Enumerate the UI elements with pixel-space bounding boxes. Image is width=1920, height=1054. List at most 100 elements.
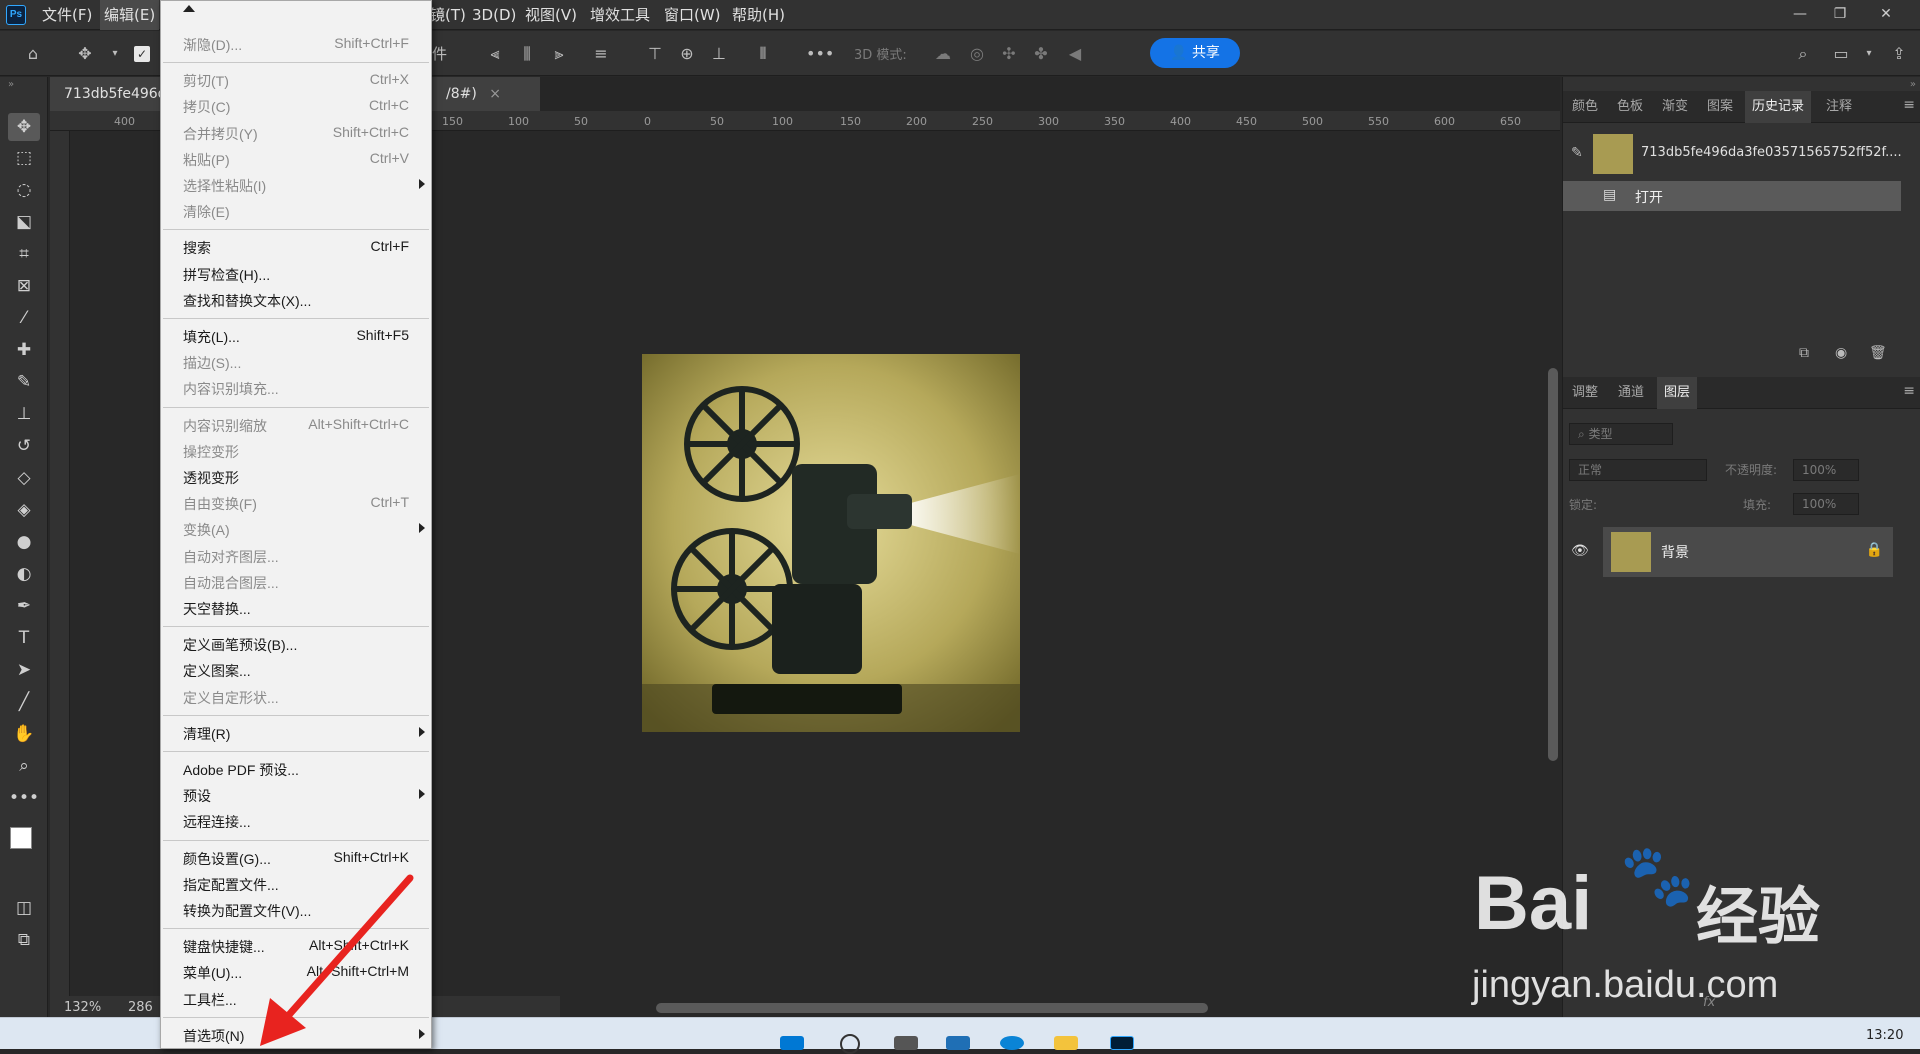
collapse-icon[interactable]: » (1910, 79, 1916, 90)
history-brush-icon[interactable]: ↺ (8, 432, 40, 460)
document-image[interactable] (642, 354, 1020, 732)
align-center-icon[interactable]: ⫼ (516, 43, 538, 65)
tab-layers[interactable]: 图层 (1657, 377, 1698, 409)
menu-item[interactable]: 变换(A) (183, 516, 425, 542)
menu-item[interactable]: 操控变形 (183, 438, 423, 464)
menu-item[interactable]: 透视变形 (183, 464, 423, 490)
brush-tool-icon[interactable]: ✎ (8, 368, 40, 396)
menu-help[interactable]: 帮助(H) (728, 0, 789, 30)
menu-item[interactable]: 搜索 Ctrl+F (183, 234, 423, 260)
menu-item[interactable]: 查找和替换文本(X)... (183, 287, 423, 313)
move-tool-icon[interactable]: ✥ (8, 113, 40, 141)
panel-menu-icon[interactable]: ≡ (1903, 383, 1915, 399)
hand-tool-icon[interactable]: ✋ (8, 720, 40, 748)
dodge-tool-icon[interactable]: ◐ (8, 560, 40, 588)
share-button[interactable]: 👤 共享 (1150, 38, 1240, 68)
more-options-icon[interactable]: ••• (806, 43, 834, 65)
layer-background[interactable]: 背景 🔒 (1603, 527, 1893, 577)
menu-edit[interactable]: 编辑(E) (100, 0, 160, 30)
menu-item[interactable]: 天空替换... (183, 595, 423, 621)
opacity-field[interactable]: 100% (1793, 459, 1859, 481)
crop-tool-icon[interactable]: ⌗ (8, 240, 40, 268)
type-tool-icon[interactable]: T (8, 624, 40, 652)
distribute-vertical-icon[interactable]: ⫴ (752, 43, 774, 65)
3d-roll-icon[interactable]: ◎ (966, 43, 988, 65)
menu-item[interactable]: 填充(L)... Shift+F5 (183, 323, 423, 349)
chevron-down-icon[interactable]: ▾ (104, 43, 126, 65)
auto-select-checkbox[interactable]: ✓ (134, 46, 150, 62)
scroll-up-icon[interactable] (183, 5, 195, 12)
3d-camera-icon[interactable]: ◀ (1064, 43, 1086, 65)
3d-orbit-icon[interactable]: ☁ (932, 43, 954, 65)
vertical-scrollbar[interactable] (1548, 368, 1558, 761)
document-tab-end[interactable]: /8#) × (432, 77, 540, 111)
menu-view[interactable]: 视图(V) (521, 0, 581, 30)
menu-item[interactable]: 清理(R) (183, 720, 425, 746)
folder-icon[interactable] (1054, 1036, 1078, 1050)
menu-item[interactable]: 描边(S)... (183, 349, 423, 375)
object-select-tool-icon[interactable]: ⬕ (8, 208, 40, 236)
chevron-down-icon[interactable]: ▾ (1858, 43, 1880, 65)
more-tools-icon[interactable]: ••• (8, 784, 40, 812)
history-step[interactable]: ▤ 打开 (1563, 181, 1901, 211)
trash-icon[interactable]: 🗑 (1869, 345, 1887, 361)
menu-item[interactable]: 远程连接... (183, 808, 423, 834)
lock-icon[interactable]: 🔒 (1866, 542, 1883, 558)
align-right-icon[interactable]: ⫸ (548, 43, 570, 65)
eye-icon[interactable]: 👁 (1571, 543, 1589, 559)
new-document-icon[interactable]: ⧉ (1799, 345, 1809, 361)
stamp-tool-icon[interactable]: ⊥ (8, 400, 40, 428)
tab-gradients[interactable]: 渐变 (1655, 91, 1695, 123)
menu-item[interactable]: 自动混合图层... (183, 569, 423, 595)
menu-item[interactable]: 剪切(T) Ctrl+X (183, 67, 423, 93)
menu-item[interactable]: 自由变换(F) Ctrl+T (183, 490, 423, 516)
screen-mode-icon[interactable]: ⧉ (8, 926, 40, 954)
3d-pan-icon[interactable]: ✣ (998, 43, 1020, 65)
minimize-button[interactable]: — (1780, 0, 1820, 30)
layer-filter-select[interactable]: ⌕ 类型 (1569, 423, 1673, 445)
align-bottom-icon[interactable]: ⊥ (708, 43, 730, 65)
menu-item[interactable]: 预设 (183, 782, 425, 808)
quick-mask-icon[interactable]: ◫ (8, 894, 40, 922)
menu-item[interactable]: 合并拷贝(Y) Shift+Ctrl+C (183, 120, 423, 146)
menu-item[interactable]: 定义自定形状... (183, 684, 423, 710)
menu-item[interactable]: 内容识别填充... (183, 375, 423, 401)
pen-tool-icon[interactable]: ✒ (8, 592, 40, 620)
paint-bucket-icon[interactable]: ◈ (8, 496, 40, 524)
menu-3d[interactable]: 3D(D) (468, 0, 520, 30)
document-tab-start[interactable]: 713db5fe496d (50, 77, 167, 111)
photoshop-taskbar-icon[interactable] (1110, 1036, 1134, 1050)
foreground-color-swatch[interactable] (10, 827, 32, 849)
search-icon[interactable] (840, 1034, 860, 1054)
menu-plugins[interactable]: 增效工具 (586, 0, 654, 30)
menu-item[interactable]: Adobe PDF 预设... (183, 756, 423, 782)
clock[interactable]: 13:20 (1866, 1028, 1903, 1043)
3d-slide-icon[interactable]: ✤ (1030, 43, 1052, 65)
blend-mode-select[interactable]: 正常 (1569, 459, 1707, 481)
history-snapshot[interactable]: ✎ 713db5fe496da3fe03571565752ff52f.... (1563, 131, 1902, 177)
close-icon[interactable]: × (489, 86, 501, 102)
align-left-icon[interactable]: ⫷ (484, 43, 506, 65)
align-top-icon[interactable]: ⊤ (644, 43, 666, 65)
menu-item[interactable]: 定义图案... (183, 657, 423, 683)
line-tool-icon[interactable]: ╱ (8, 688, 40, 716)
start-icon[interactable] (780, 1036, 804, 1050)
close-button[interactable]: ✕ (1866, 0, 1906, 30)
menu-item[interactable]: 自动对齐图层... (183, 543, 423, 569)
marquee-tool-icon[interactable]: ⬚ (8, 144, 40, 172)
tab-history[interactable]: 历史记录 (1745, 91, 1812, 123)
lasso-tool-icon[interactable]: ◌ (8, 176, 40, 204)
tab-color[interactable]: 颜色 (1565, 91, 1605, 123)
frame-tool-icon[interactable]: ⊠ (8, 272, 40, 300)
blur-tool-icon[interactable]: ● (8, 528, 40, 556)
store-icon[interactable] (946, 1036, 970, 1050)
menu-item[interactable]: 定义画笔预设(B)... (183, 631, 423, 657)
menu-item[interactable]: 渐隐(D)... Shift+Ctrl+F (183, 31, 423, 57)
align-middle-icon[interactable]: ⊕ (676, 43, 698, 65)
menu-window[interactable]: 窗口(W) (660, 0, 725, 30)
tab-adjustments[interactable]: 调整 (1565, 377, 1605, 409)
menu-filter[interactable]: 镜(T) (426, 0, 470, 30)
panel-menu-icon[interactable]: ≡ (1903, 97, 1915, 113)
path-select-icon[interactable]: ➤ (8, 656, 40, 684)
tab-notes[interactable]: 注释 (1819, 91, 1859, 123)
